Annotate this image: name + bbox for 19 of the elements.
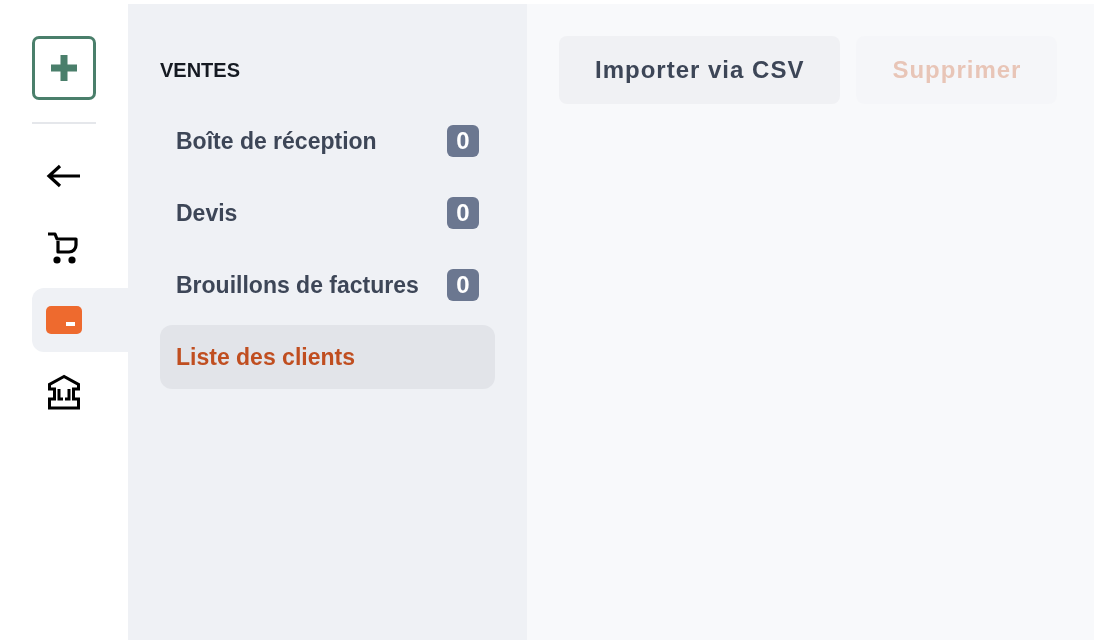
credit-card-icon	[46, 306, 82, 334]
plus-icon	[51, 55, 77, 81]
count-badge: 0	[447, 125, 479, 157]
section-title: VENTES	[160, 58, 241, 82]
sidebar-item[interactable]: Liste des clients	[160, 325, 495, 389]
import-button[interactable]: Importer via CSV	[559, 36, 841, 104]
bank-icon	[46, 374, 82, 410]
sidebar-item-label: Boîte de réception	[176, 127, 377, 155]
sidebar-item[interactable]: Boîte de réception 0	[160, 109, 495, 173]
sidebar-item[interactable]: Devis 0	[160, 181, 495, 245]
arrow-left-icon	[46, 164, 82, 188]
sidebar-item-label: Liste des clients	[176, 343, 355, 371]
sidebar-item[interactable]: Brouillons de factures 0	[160, 253, 495, 317]
create-button[interactable]	[32, 36, 96, 100]
count-badge: 0	[447, 269, 479, 301]
sidebar-item-label: Devis	[176, 199, 238, 227]
count-badge: 0	[447, 197, 479, 229]
sidebar-item-label: Brouillons de factures	[176, 271, 419, 299]
card-nav-item[interactable]	[32, 288, 128, 352]
